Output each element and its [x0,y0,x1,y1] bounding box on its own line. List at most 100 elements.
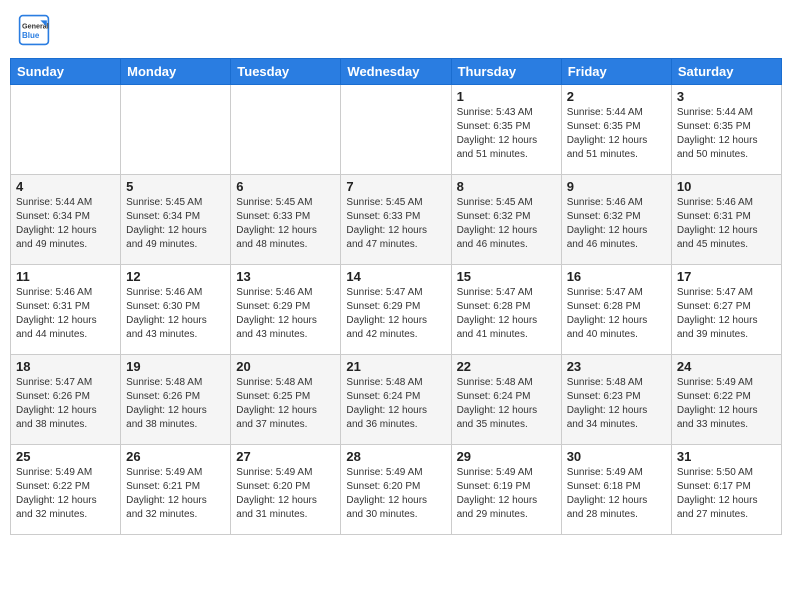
day-detail: Sunrise: 5:49 AM Sunset: 6:19 PM Dayligh… [457,466,556,522]
day-header-wednesday: Wednesday [341,59,451,85]
day-number: 29 [457,449,556,464]
day-detail: Sunrise: 5:46 AM Sunset: 6:32 PM Dayligh… [567,196,666,252]
calendar-cell [11,85,121,175]
header: General Blue [10,10,782,50]
calendar-cell [231,85,341,175]
day-detail: Sunrise: 5:49 AM Sunset: 6:20 PM Dayligh… [236,466,335,522]
calendar-cell: 10 Sunrise: 5:46 AM Sunset: 6:31 PM Dayli… [671,175,781,265]
day-number: 1 [457,89,556,104]
day-detail: Sunrise: 5:46 AM Sunset: 6:29 PM Dayligh… [236,286,335,342]
day-number: 25 [16,449,115,464]
day-header-friday: Friday [561,59,671,85]
calendar-cell: 20Sunrise: 5:48 AM Sunset: 6:25 PM Dayli… [231,355,341,445]
day-detail: Sunrise: 5:48 AM Sunset: 6:23 PM Dayligh… [567,376,666,432]
day-header-thursday: Thursday [451,59,561,85]
calendar-cell: 16Sunrise: 5:47 AM Sunset: 6:28 PM Dayli… [561,265,671,355]
day-number: 11 [16,269,115,284]
calendar-cell: 25 Sunrise: 5:49 AM Sunset: 6:22 PM Dayli… [11,445,121,535]
calendar-cell: 21 Sunrise: 5:48 AM Sunset: 6:24 PM Dayli… [341,355,451,445]
day-detail: Sunrise: 5:46 AM Sunset: 6:31 PM Dayligh… [16,286,115,342]
logo: General Blue [18,14,54,46]
calendar-week-3: 11 Sunrise: 5:46 AM Sunset: 6:31 PM Dayli… [11,265,782,355]
calendar-week-2: 4 Sunrise: 5:44 AM Sunset: 6:34 PM Daylig… [11,175,782,265]
day-detail: Sunrise: 5:48 AM Sunset: 6:24 PM Dayligh… [346,376,445,432]
day-detail: Sunrise: 5:49 AM Sunset: 6:21 PM Dayligh… [126,466,225,522]
day-detail: Sunrise: 5:43 AM Sunset: 6:35 PM Dayligh… [457,106,556,162]
calendar-cell: 24 Sunrise: 5:49 AM Sunset: 6:22 PM Dayli… [671,355,781,445]
day-detail: Sunrise: 5:49 AM Sunset: 6:22 PM Dayligh… [677,376,776,432]
calendar-cell: 2 Sunrise: 5:44 AM Sunset: 6:35 PM Daylig… [561,85,671,175]
calendar-cell: 1 Sunrise: 5:43 AM Sunset: 6:35 PM Daylig… [451,85,561,175]
day-detail: Sunrise: 5:46 AM Sunset: 6:31 PM Dayligh… [677,196,776,252]
day-header-sunday: Sunday [11,59,121,85]
day-number: 23 [567,359,666,374]
day-number: 5 [126,179,225,194]
day-detail: Sunrise: 5:47 AM Sunset: 6:29 PM Dayligh… [346,286,445,342]
calendar-cell: 9 Sunrise: 5:46 AM Sunset: 6:32 PM Daylig… [561,175,671,265]
day-number: 13 [236,269,335,284]
day-header-saturday: Saturday [671,59,781,85]
calendar-cell: 4 Sunrise: 5:44 AM Sunset: 6:34 PM Daylig… [11,175,121,265]
day-number: 4 [16,179,115,194]
calendar-cell: 23 Sunrise: 5:48 AM Sunset: 6:23 PM Dayli… [561,355,671,445]
day-number: 19 [126,359,225,374]
calendar-cell: 13 Sunrise: 5:46 AM Sunset: 6:29 PM Dayli… [231,265,341,355]
day-number: 12 [126,269,225,284]
day-number: 3 [677,89,776,104]
day-number: 16 [567,269,666,284]
calendar-cell: 14 Sunrise: 5:47 AM Sunset: 6:29 PM Dayli… [341,265,451,355]
day-detail: Sunrise: 5:46 AM Sunset: 6:30 PM Dayligh… [126,286,225,342]
calendar-cell: 26 Sunrise: 5:49 AM Sunset: 6:21 PM Dayli… [121,445,231,535]
day-number: 2 [567,89,666,104]
calendar-cell: 12 Sunrise: 5:46 AM Sunset: 6:30 PM Dayli… [121,265,231,355]
calendar-cell: 11 Sunrise: 5:46 AM Sunset: 6:31 PM Dayli… [11,265,121,355]
day-number: 26 [126,449,225,464]
day-number: 20 [236,359,335,374]
day-number: 21 [346,359,445,374]
day-detail: Sunrise: 5:47 AM Sunset: 6:27 PM Dayligh… [677,286,776,342]
day-detail: Sunrise: 5:45 AM Sunset: 6:32 PM Dayligh… [457,196,556,252]
day-detail: Sunrise: 5:44 AM Sunset: 6:35 PM Dayligh… [677,106,776,162]
calendar-cell: 22Sunrise: 5:48 AM Sunset: 6:24 PM Dayli… [451,355,561,445]
calendar-cell: 27 Sunrise: 5:49 AM Sunset: 6:20 PM Dayli… [231,445,341,535]
day-header-tuesday: Tuesday [231,59,341,85]
calendar-cell: 18Sunrise: 5:47 AM Sunset: 6:26 PM Dayli… [11,355,121,445]
day-number: 8 [457,179,556,194]
calendar-cell: 17 Sunrise: 5:47 AM Sunset: 6:27 PM Dayli… [671,265,781,355]
calendar-cell: 30 Sunrise: 5:49 AM Sunset: 6:18 PM Dayli… [561,445,671,535]
day-detail: Sunrise: 5:45 AM Sunset: 6:33 PM Dayligh… [236,196,335,252]
day-number: 17 [677,269,776,284]
calendar-cell: 6 Sunrise: 5:45 AM Sunset: 6:33 PM Daylig… [231,175,341,265]
calendar-week-1: 1 Sunrise: 5:43 AM Sunset: 6:35 PM Daylig… [11,85,782,175]
calendar-cell: 31Sunrise: 5:50 AM Sunset: 6:17 PM Dayli… [671,445,781,535]
calendar-cell: 15Sunrise: 5:47 AM Sunset: 6:28 PM Dayli… [451,265,561,355]
day-detail: Sunrise: 5:49 AM Sunset: 6:18 PM Dayligh… [567,466,666,522]
calendar-cell: 28 Sunrise: 5:49 AM Sunset: 6:20 PM Dayli… [341,445,451,535]
svg-text:Blue: Blue [22,31,40,40]
day-number: 9 [567,179,666,194]
day-detail: Sunrise: 5:45 AM Sunset: 6:33 PM Dayligh… [346,196,445,252]
day-detail: Sunrise: 5:44 AM Sunset: 6:34 PM Dayligh… [16,196,115,252]
day-number: 10 [677,179,776,194]
day-number: 30 [567,449,666,464]
day-number: 6 [236,179,335,194]
day-number: 24 [677,359,776,374]
day-detail: Sunrise: 5:49 AM Sunset: 6:20 PM Dayligh… [346,466,445,522]
calendar-table: SundayMondayTuesdayWednesdayThursdayFrid… [10,58,782,535]
logo-icon: General Blue [18,14,50,46]
day-number: 27 [236,449,335,464]
calendar-week-5: 25 Sunrise: 5:49 AM Sunset: 6:22 PM Dayli… [11,445,782,535]
calendar-cell: 3 Sunrise: 5:44 AM Sunset: 6:35 PM Daylig… [671,85,781,175]
calendar-cell: 8 Sunrise: 5:45 AM Sunset: 6:32 PM Daylig… [451,175,561,265]
day-number: 14 [346,269,445,284]
calendar-week-4: 18Sunrise: 5:47 AM Sunset: 6:26 PM Dayli… [11,355,782,445]
day-number: 28 [346,449,445,464]
calendar-cell: 7 Sunrise: 5:45 AM Sunset: 6:33 PM Daylig… [341,175,451,265]
day-detail: Sunrise: 5:47 AM Sunset: 6:28 PM Dayligh… [457,286,556,342]
calendar-cell: 19Sunrise: 5:48 AM Sunset: 6:26 PM Dayli… [121,355,231,445]
day-detail: Sunrise: 5:49 AM Sunset: 6:22 PM Dayligh… [16,466,115,522]
day-detail: Sunrise: 5:48 AM Sunset: 6:24 PM Dayligh… [457,376,556,432]
day-number: 7 [346,179,445,194]
calendar-cell [341,85,451,175]
day-detail: Sunrise: 5:44 AM Sunset: 6:35 PM Dayligh… [567,106,666,162]
